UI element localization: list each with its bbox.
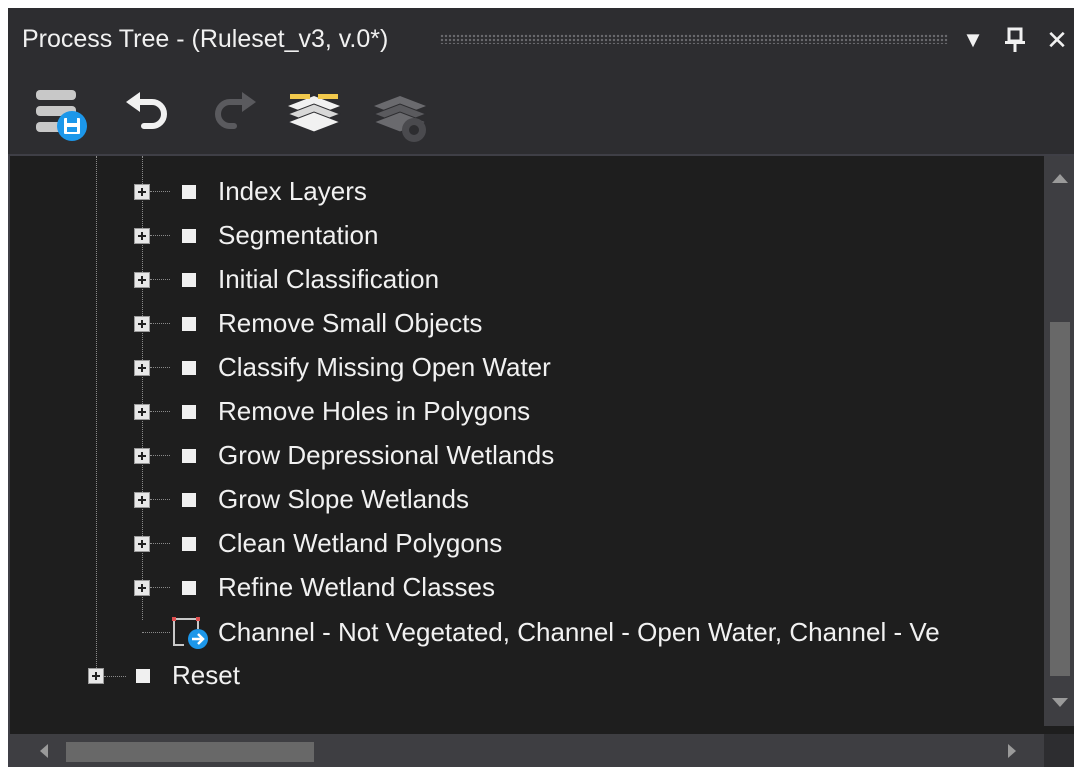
drag-grip[interactable] [440, 34, 948, 44]
toolbar [8, 78, 1074, 154]
process-tree[interactable]: Index Layers Segmentation Initial Classi… [8, 154, 1074, 767]
expand-plus-icon[interactable] [88, 668, 104, 684]
window-title: Process Tree - (Ruleset_v3, v.0*) [22, 25, 389, 53]
expand-plus-icon[interactable] [134, 184, 150, 200]
tree-item-label: Segmentation [218, 220, 379, 250]
process-bullet-icon [182, 317, 196, 331]
tree-item-label: Classify Missing Open Water [218, 352, 551, 382]
expand-plus-icon[interactable] [134, 404, 150, 420]
tree-item-label: Remove Holes in Polygons [218, 396, 531, 426]
layers-icon[interactable] [284, 84, 348, 148]
tree-connector [150, 411, 170, 412]
tree-connector [150, 367, 170, 368]
tree-item-label: Grow Slope Wetlands [218, 484, 469, 514]
process-bullet-icon [182, 537, 196, 551]
tree-connector [150, 235, 170, 236]
window-menu-chevron-icon[interactable]: ▼ [956, 22, 990, 58]
tree-item-label: Remove Small Objects [218, 308, 483, 338]
tree-connector [104, 676, 126, 677]
process-tree-window: Process Tree - (Ruleset_v3, v.0*) ▼ ✕ In… [8, 8, 1074, 767]
scroll-down-arrow-icon[interactable] [1052, 698, 1068, 707]
vertical-scroll-thumb[interactable] [1050, 322, 1070, 676]
tree-connector [150, 587, 170, 588]
process-bullet-icon [182, 405, 196, 419]
tree-item-label: Grow Depressional Wetlands [218, 440, 555, 470]
tree-connector [150, 191, 170, 192]
tree-connector [150, 543, 170, 544]
expand-plus-icon[interactable] [134, 316, 150, 332]
redo-icon[interactable] [204, 84, 268, 148]
process-bullet-icon [182, 493, 196, 507]
tree-item-label: Initial Classification [218, 264, 440, 294]
save-ruleset-icon[interactable] [28, 84, 92, 148]
tree-item-label: Channel - Not Vegetated, Channel - Open … [218, 617, 940, 647]
expand-plus-icon[interactable] [134, 580, 150, 596]
tree-connector [142, 632, 170, 633]
process-bullet-icon [182, 361, 196, 375]
scrollbar-corner [1044, 734, 1074, 767]
vertical-scrollbar[interactable] [1044, 156, 1074, 726]
process-bullet-icon [182, 229, 196, 243]
process-bullet-icon [182, 273, 196, 287]
tree-item-label: Clean Wetland Polygons [218, 528, 503, 558]
expand-plus-icon[interactable] [134, 360, 150, 376]
tree-item-label: Index Layers [218, 176, 367, 206]
expand-plus-icon[interactable] [134, 492, 150, 508]
horizontal-scroll-thumb[interactable] [66, 742, 314, 762]
tree-item-process[interactable]: Channel - Not Vegetated, Channel - Open … [10, 610, 1042, 654]
title-bar[interactable]: Process Tree - (Ruleset_v3, v.0*) ▼ ✕ [8, 8, 1074, 72]
expand-plus-icon[interactable] [134, 272, 150, 288]
tree-item-label: Reset [172, 660, 240, 690]
close-icon[interactable]: ✕ [1040, 22, 1074, 58]
tree-guide-root [96, 156, 97, 684]
horizontal-scrollbar[interactable] [10, 734, 1044, 767]
undo-icon[interactable] [116, 84, 180, 148]
expand-plus-icon[interactable] [134, 536, 150, 552]
process-bullet-icon [182, 449, 196, 463]
tree-connector [150, 279, 170, 280]
tree-connector [150, 455, 170, 456]
assign-class-icon [170, 614, 210, 650]
process-bullet-icon [182, 185, 196, 199]
scroll-left-arrow-icon[interactable] [40, 744, 48, 758]
process-bullet-icon [182, 581, 196, 595]
tree-connector [150, 499, 170, 500]
process-bullet-icon [136, 669, 150, 683]
expand-plus-icon[interactable] [134, 448, 150, 464]
layers-settings-icon[interactable] [370, 84, 434, 148]
expand-plus-icon[interactable] [134, 228, 150, 244]
scroll-right-arrow-icon[interactable] [1008, 744, 1016, 758]
scroll-up-arrow-icon[interactable] [1052, 174, 1068, 183]
tree-connector [150, 323, 170, 324]
pin-icon[interactable] [998, 22, 1032, 58]
tree-item-label: Refine Wetland Classes [218, 572, 495, 602]
